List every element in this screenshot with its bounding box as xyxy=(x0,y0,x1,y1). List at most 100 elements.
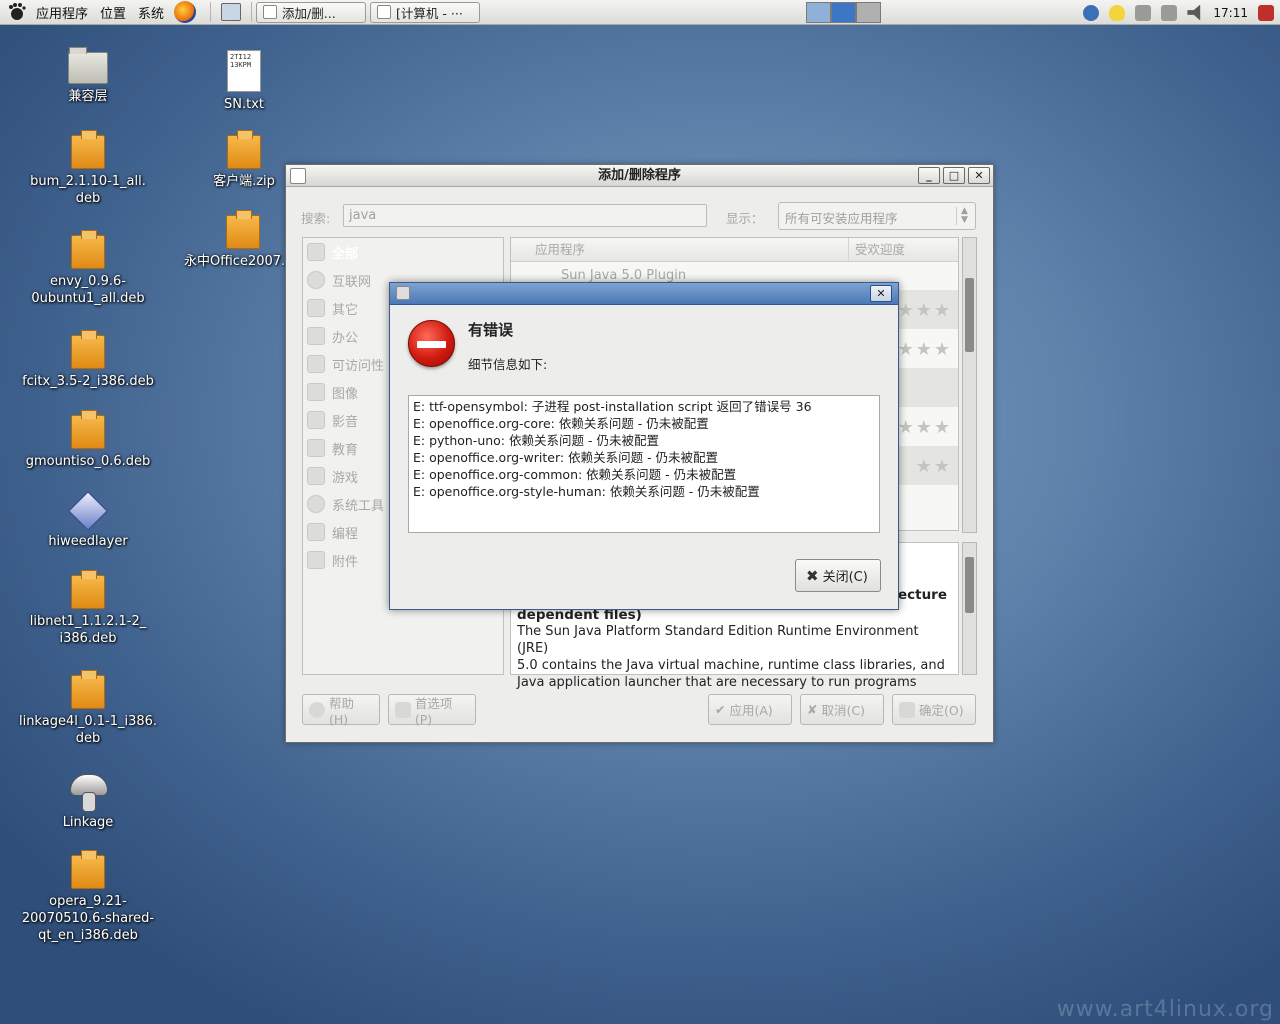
programming-icon xyxy=(307,523,325,541)
accessories-icon xyxy=(307,551,325,569)
desktop-icon[interactable]: envy_0.9.6- 0ubuntu1_all.deb xyxy=(18,230,158,307)
category-label: 全部 xyxy=(332,246,359,262)
check-icon: ✔ xyxy=(715,702,726,717)
column-application[interactable]: 应用程序 xyxy=(511,238,849,261)
ok-icon xyxy=(899,701,915,718)
desktop-icon[interactable]: bum_2.1.10-1_all. deb xyxy=(18,130,158,207)
desktop-icon-label: envy_0.9.6- 0ubuntu1_all.deb xyxy=(31,274,145,306)
firefox-launcher-icon[interactable] xyxy=(174,1,197,23)
desktop-icon[interactable]: libnet1_1.1.2.1-2_ i386.deb xyxy=(18,570,158,647)
package-icon xyxy=(71,130,105,169)
search-input[interactable]: java xyxy=(343,204,707,227)
close-button[interactable]: ✕ xyxy=(968,167,990,184)
system-tray: 17:11 xyxy=(1083,0,1280,25)
package-icon xyxy=(226,210,260,249)
desktop-icon[interactable]: linkage4l_0.1-1_i386. deb xyxy=(18,670,158,747)
workspace-1[interactable] xyxy=(806,2,831,23)
dialog-titlebar[interactable]: ✕ xyxy=(390,283,898,305)
list-header: 应用程序 受欢迎度 xyxy=(511,238,958,262)
package-icon xyxy=(71,230,105,269)
window-titlebar[interactable]: 添加/删除程序 _ □ ✕ xyxy=(286,165,993,187)
package-icon xyxy=(71,850,105,889)
desktop-icon-label: SN.txt xyxy=(224,97,264,112)
apply-button[interactable]: ✔ 应用(A) xyxy=(708,694,792,725)
cancel-button[interactable]: ✘ 取消(C) xyxy=(800,694,884,725)
bulb-icon[interactable] xyxy=(1109,4,1126,21)
help-button[interactable]: 帮助(H) xyxy=(302,694,380,727)
watermark: www.art4linux.org xyxy=(1056,997,1274,1022)
category-all[interactable]: 全部 xyxy=(303,238,503,266)
apply-button-label: 应用(A) xyxy=(729,703,773,718)
text-file-icon: 2TI12 13KPM xyxy=(227,50,261,92)
foot-icon xyxy=(307,243,325,261)
category-label: 图像 xyxy=(332,386,359,402)
system-tools-icon xyxy=(307,495,325,513)
cancel-button-label: 取消(C) xyxy=(821,703,865,718)
menu-places[interactable]: 位置 xyxy=(94,0,132,25)
error-details-text[interactable]: E: ttf-opensymbol: 子进程 post-installation… xyxy=(408,395,880,533)
error-heading: 有错误 xyxy=(468,321,514,339)
dialog-close-x-button[interactable]: ✕ xyxy=(870,285,892,302)
minimize-button[interactable]: _ xyxy=(918,167,940,184)
desktop-icon[interactable]: 2TI12 13KPM SN.txt xyxy=(174,50,314,113)
package-icon xyxy=(71,570,105,609)
close-icon: ✖ xyxy=(806,566,819,585)
scrollbar-thumb[interactable] xyxy=(965,278,974,352)
logout-icon[interactable] xyxy=(1258,4,1274,21)
help-icon xyxy=(309,701,325,718)
desktop-icon[interactable]: fcitx_3.5-2_i386.deb xyxy=(18,330,158,390)
games-icon xyxy=(307,467,325,485)
task-computer[interactable]: [计算机 - ··· xyxy=(370,1,481,23)
show-desktop-icon[interactable] xyxy=(221,3,242,21)
folder-icon xyxy=(68,47,108,84)
desktop-icon[interactable]: opera_9.21- 20070510.6-shared- qt_en_i38… xyxy=(18,850,158,944)
desktop-icon[interactable]: 兼容层 xyxy=(18,47,158,105)
package-icon xyxy=(290,168,306,184)
window-title: 添加/删除程序 xyxy=(598,168,681,183)
panel-separator xyxy=(210,2,212,22)
desktop-icon[interactable]: Linkage xyxy=(18,772,158,831)
workspace-3[interactable] xyxy=(856,2,881,23)
task-add-remove[interactable]: 添加/删... xyxy=(256,1,367,23)
network-icon[interactable] xyxy=(1135,4,1152,21)
desktop-icon-label: linkage4l_0.1-1_i386. deb xyxy=(18,714,158,746)
preferences-button[interactable]: 首选项(P) xyxy=(388,694,476,727)
multimedia-icon xyxy=(307,411,325,429)
gnome-foot-icon[interactable] xyxy=(6,2,26,22)
desktop-icon-label: 兼容层 xyxy=(68,89,108,104)
preferences-button-label: 首选项(P) xyxy=(414,695,453,727)
menu-applications[interactable]: 应用程序 xyxy=(30,0,94,25)
preferences-icon xyxy=(395,701,411,718)
description-scrollbar[interactable] xyxy=(962,542,977,675)
education-icon xyxy=(307,439,325,457)
show-select[interactable]: 所有可安装应用程序 ▲ ▼ xyxy=(778,202,976,230)
menu-system[interactable]: 系统 xyxy=(132,0,170,25)
network-icon[interactable] xyxy=(1161,4,1178,21)
maximize-button[interactable]: □ xyxy=(943,167,965,184)
help-button-label: 帮助(H) xyxy=(328,695,354,727)
dialog-close-label: 关闭(C) xyxy=(822,570,868,585)
office-icon xyxy=(307,327,325,345)
ok-button[interactable]: 确定(O) xyxy=(892,694,976,725)
category-label: 游戏 xyxy=(332,470,359,486)
column-popularity[interactable]: 受欢迎度 xyxy=(849,238,905,261)
task-label: 添加/删... xyxy=(282,5,336,21)
hiweedlayer-icon xyxy=(68,491,108,531)
workspace-2[interactable] xyxy=(831,2,856,23)
dialog-close-button[interactable]: ✖ 关闭(C) xyxy=(795,559,881,592)
clock[interactable]: 17:11 xyxy=(1213,6,1248,20)
list-scrollbar[interactable] xyxy=(962,237,977,533)
desktop-icon[interactable]: gmountiso_0.6.deb xyxy=(18,410,158,470)
desktop-icon[interactable]: hiweedlayer xyxy=(18,491,158,550)
scrollbar-thumb[interactable] xyxy=(965,557,974,613)
volume-icon[interactable] xyxy=(1187,4,1201,21)
description-text: The Sun Java Platform Standard Edition R… xyxy=(517,624,945,690)
category-label: 可访问性 xyxy=(332,358,385,374)
error-dialog: ✕ 有错误 细节信息如下: E: ttf-opensymbol: 子进程 pos… xyxy=(389,282,899,610)
graphics-icon xyxy=(307,383,325,401)
update-icon[interactable] xyxy=(1083,4,1100,21)
desktop-icon-label: libnet1_1.1.2.1-2_ i386.deb xyxy=(29,614,147,646)
category-label: 办公 xyxy=(332,330,359,346)
category-label: 互联网 xyxy=(332,274,372,290)
desktop-icon[interactable]: 永中Office2007. xyxy=(174,210,285,270)
